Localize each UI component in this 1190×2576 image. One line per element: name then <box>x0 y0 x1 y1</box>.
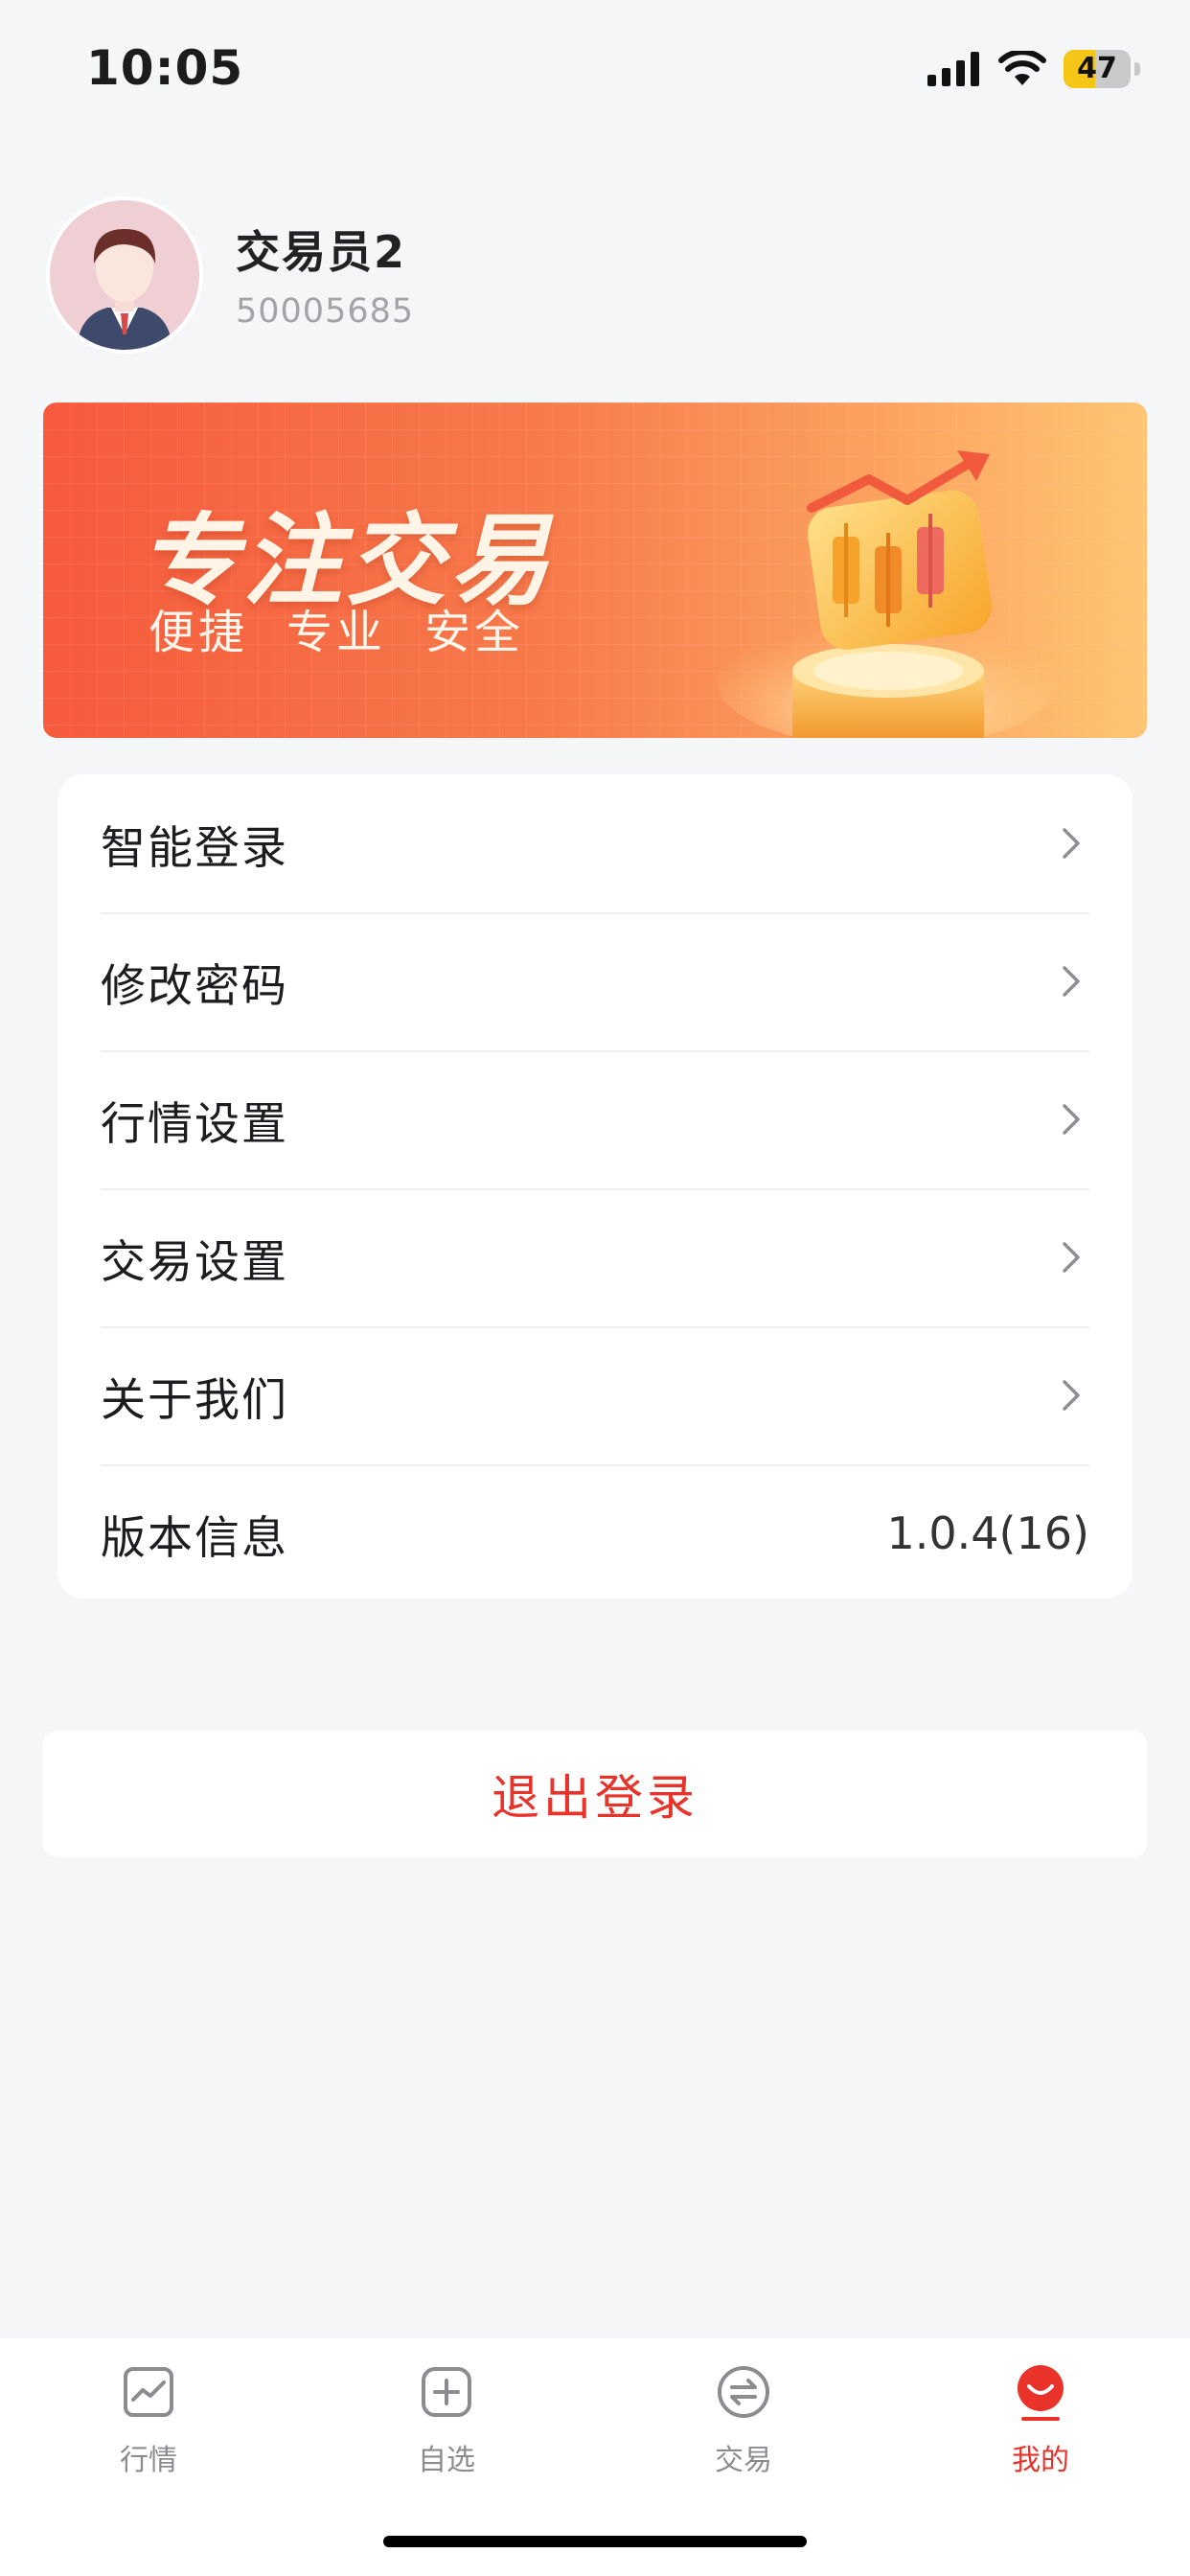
add-square-icon <box>422 2367 471 2417</box>
banner-tag: 便捷 <box>149 606 249 659</box>
banner-tags: 便捷 专业 安全 <box>149 594 524 661</box>
menu-item-about-us[interactable]: 关于我们 <box>101 1326 1089 1466</box>
version-value: 1.0.4(16) <box>886 1507 1089 1559</box>
chart-icon <box>124 2367 173 2417</box>
chevron-right-icon <box>1063 1104 1080 1135</box>
smile-icon <box>1018 2365 1064 2421</box>
logout-label: 退出登录 <box>492 1770 698 1826</box>
exchange-icon <box>718 2366 769 2418</box>
avatar[interactable] <box>46 196 203 354</box>
tab-watchlist[interactable]: 自选 <box>351 2361 542 2478</box>
menu-item-label: 关于我们 <box>101 1373 288 1427</box>
logout-button[interactable]: 退出登录 <box>43 1731 1147 1857</box>
candlestick-podium-icon <box>716 450 1061 738</box>
tab-label: 交易 <box>715 2444 772 2477</box>
menu-item-label: 智能登录 <box>101 821 288 875</box>
tab-label: 行情 <box>120 2444 177 2477</box>
promo-banner[interactable]: 专注交易 便捷 专业 安全 <box>43 402 1147 738</box>
menu-item-version-info: 版本信息 1.0.4(16) <box>101 1464 1089 1602</box>
user-avatar-icon <box>50 200 199 350</box>
tab-label: 自选 <box>418 2444 475 2477</box>
home-indicator <box>383 2536 807 2547</box>
battery-level: 47 <box>1077 52 1117 85</box>
menu-item-trade-settings[interactable]: 交易设置 <box>101 1188 1089 1328</box>
menu-item-label: 交易设置 <box>101 1235 288 1289</box>
chevron-right-icon <box>1063 1380 1080 1411</box>
menu-item-market-settings[interactable]: 行情设置 <box>101 1050 1089 1190</box>
profile-header[interactable]: 交易员2 50005685 <box>46 196 1148 359</box>
tab-trade[interactable]: 交易 <box>648 2361 839 2478</box>
status-time: 10:05 <box>86 40 244 96</box>
status-icons: 47 <box>927 50 1140 88</box>
banner-tag: 专业 <box>286 606 387 659</box>
battery-tip <box>1134 62 1140 76</box>
chevron-right-icon <box>1063 828 1080 859</box>
chevron-right-icon <box>1063 966 1080 997</box>
tab-market[interactable]: 行情 <box>53 2361 244 2478</box>
settings-menu: 智能登录 修改密码 行情设置 交易设置 关于我们 版本信息 1.0.4(16) <box>57 774 1133 1598</box>
tab-mine[interactable]: 我的 <box>945 2361 1136 2478</box>
account-id: 50005685 <box>236 292 415 331</box>
menu-item-label: 修改密码 <box>101 959 288 1013</box>
wifi-icon <box>998 51 1046 85</box>
chevron-right-icon <box>1063 1242 1080 1273</box>
menu-item-change-password[interactable]: 修改密码 <box>101 912 1089 1052</box>
user-name: 交易员2 <box>236 226 407 278</box>
menu-item-label: 版本信息 <box>101 1511 288 1565</box>
menu-item-label: 行情设置 <box>101 1097 288 1151</box>
tab-label: 我的 <box>1012 2444 1069 2477</box>
menu-item-smart-login[interactable]: 智能登录 <box>101 774 1089 914</box>
signal-icon <box>927 52 979 86</box>
status-bar: 10:05 47 <box>0 0 1190 144</box>
banner-tag: 安全 <box>424 606 525 659</box>
battery-icon: 47 <box>1064 50 1131 88</box>
